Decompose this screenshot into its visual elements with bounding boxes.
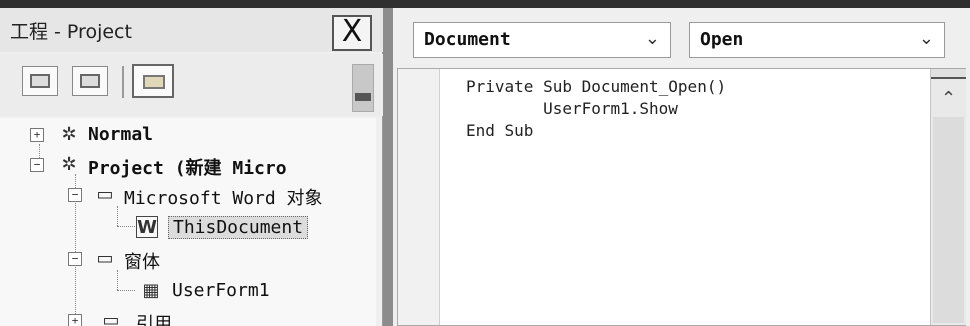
code-line[interactable]: End Sub — [466, 121, 533, 140]
folder-icon: ▭ — [96, 248, 114, 269]
tree-item-label: Project (新建 Micro — [88, 158, 287, 179]
folder-icon: ▭ — [102, 310, 120, 326]
tree-item-label: UserForm1 — [172, 280, 270, 301]
tree-item-references[interactable]: + ▭ 引用 — [0, 308, 376, 326]
code-window: Document ⌄ Open ⌄ Private Sub Document_O… — [393, 8, 970, 326]
view-code-icon — [30, 74, 50, 88]
view-object-button[interactable] — [72, 66, 108, 96]
folder-icon: ▭ — [96, 184, 114, 205]
code-line[interactable]: UserForm1.Show — [466, 99, 678, 118]
collapse-toggle[interactable]: − — [68, 252, 82, 266]
project-icon: ✲ — [61, 154, 77, 175]
project-tree: + ✲ Normal − ✲ Project (新建 Micro − ▭ Mic… — [0, 118, 376, 326]
collapse-toggle[interactable]: − — [68, 188, 82, 202]
vertical-scrollbar[interactable]: ⌃ — [930, 69, 966, 325]
form-icon: ▦ — [142, 280, 160, 301]
expand-toggle[interactable]: + — [30, 128, 44, 142]
top-strip — [0, 0, 970, 8]
folder-icon — [143, 75, 165, 89]
close-icon: X — [341, 14, 363, 49]
expand-toggle[interactable]: + — [68, 314, 82, 326]
code-line[interactable]: Private Sub Document_Open() — [466, 77, 726, 96]
tree-item-label: 引用 — [136, 314, 172, 326]
project-explorer-toolbar — [0, 54, 383, 116]
project-explorer-titlebar[interactable]: 工程 - Project X — [0, 8, 383, 52]
object-dropdown[interactable]: Document ⌄ — [413, 22, 671, 58]
close-button[interactable]: X — [332, 15, 372, 51]
split-bar[interactable] — [931, 69, 966, 79]
scroll-track[interactable] — [933, 117, 964, 323]
tree-item-label: ThisDocument — [168, 216, 309, 239]
document-icon: W — [136, 216, 158, 238]
chevron-down-icon: ⌄ — [644, 28, 660, 49]
procedure-dropdown-value: Open — [700, 29, 744, 50]
toolbar-separator — [122, 66, 124, 98]
tree-item-project[interactable]: − ✲ Project (新建 Micro — [0, 152, 376, 180]
chevron-down-icon: ⌄ — [918, 28, 934, 49]
toolbar-scroll-handle[interactable] — [352, 64, 374, 112]
code-editor[interactable]: Private Sub Document_Open() UserForm1.Sh… — [397, 68, 966, 326]
view-code-button[interactable] — [22, 66, 58, 96]
code-margin-indicator-bar[interactable] — [398, 69, 440, 325]
pane-splitter[interactable] — [383, 8, 393, 326]
scroll-up-icon[interactable]: ⌃ — [931, 85, 966, 113]
toggle-folders-button[interactable] — [132, 64, 174, 98]
view-object-icon — [80, 74, 100, 88]
scroll-thumb[interactable] — [355, 93, 371, 101]
project-explorer-pane: 工程 - Project X + ✲ Normal − ✲ Project (新… — [0, 8, 383, 326]
procedure-dropdown[interactable]: Open ⌄ — [689, 22, 945, 58]
project-explorer-title: 工程 - Project — [10, 21, 132, 43]
tree-item-thisdocument[interactable]: W ThisDocument — [0, 214, 376, 242]
tree-item-normal[interactable]: + ✲ Normal — [0, 122, 376, 150]
tree-item-label: Microsoft Word 对象 — [124, 188, 323, 209]
tree-item-word-objects[interactable]: − ▭ Microsoft Word 对象 — [0, 182, 376, 210]
tree-item-forms[interactable]: − ▭ 窗体 — [0, 246, 376, 274]
tree-item-label: 窗体 — [124, 252, 160, 273]
tree-item-label: Normal — [88, 124, 154, 145]
object-dropdown-value: Document — [424, 29, 511, 50]
project-icon: ✲ — [61, 124, 77, 145]
tree-item-userform1[interactable]: ▦ UserForm1 — [0, 278, 376, 306]
collapse-toggle[interactable]: − — [30, 158, 44, 172]
